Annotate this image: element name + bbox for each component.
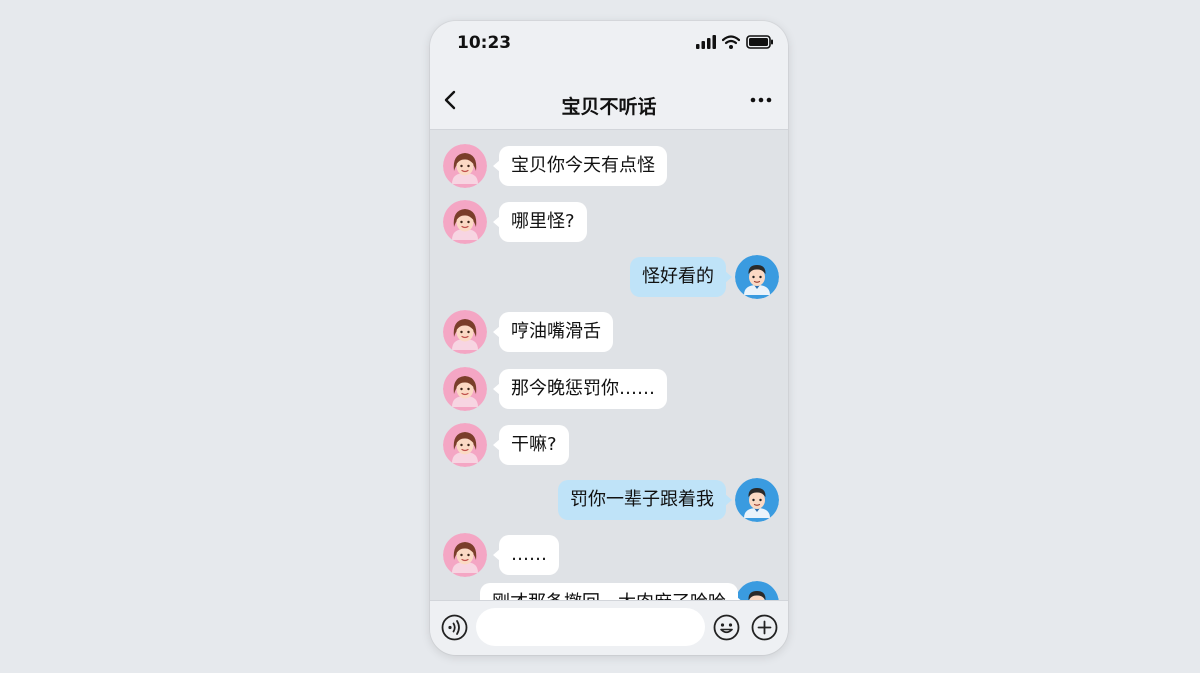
message-incoming: 宝贝你今天有点怪: [430, 144, 788, 192]
girl-avatar-icon[interactable]: [443, 144, 487, 188]
phone-frame: 10:23 宝贝不听话 宝贝你今天有点怪 哪里怪? 怪好看的 哼油嘴滑舌 那今晚…: [430, 21, 788, 655]
plus-icon[interactable]: [751, 614, 778, 641]
chat-title: 宝贝不听话: [561, 96, 657, 118]
chat-header: 宝贝不听话: [430, 65, 788, 130]
message-incoming: ……: [430, 533, 788, 581]
voice-icon[interactable]: [441, 614, 468, 641]
message-incoming: 那今晚惩罚你……: [430, 367, 788, 415]
message-incoming: 干嘛?: [430, 423, 788, 471]
girl-avatar-icon[interactable]: [443, 310, 487, 354]
message-list: 宝贝你今天有点怪 哪里怪? 怪好看的 哼油嘴滑舌 那今晚惩罚你…… 干嘛? 罚你…: [430, 130, 788, 622]
message-input[interactable]: [476, 608, 705, 646]
message-bubble[interactable]: 罚你一辈子跟着我: [558, 480, 732, 520]
message-bubble[interactable]: 怪好看的: [630, 257, 732, 297]
message-bubble[interactable]: 那今晚惩罚你……: [493, 369, 667, 409]
message-bubble[interactable]: 宝贝你今天有点怪: [493, 146, 667, 186]
status-icons: [696, 35, 774, 49]
message-bubble[interactable]: 哼油嘴滑舌: [493, 312, 613, 352]
battery-icon: [746, 35, 773, 49]
wifi-icon: [722, 35, 740, 49]
message-bubble[interactable]: ……: [493, 535, 559, 575]
status-time: 10:23: [457, 33, 512, 53]
status-bar: 10:23: [430, 21, 788, 65]
message-bubble[interactable]: 干嘛?: [493, 425, 569, 465]
girl-avatar-icon[interactable]: [443, 200, 487, 244]
boy-avatar-icon[interactable]: [735, 255, 779, 299]
message-incoming: 哼油嘴滑舌: [430, 310, 788, 358]
girl-avatar-icon[interactable]: [443, 423, 487, 467]
more-dots-icon[interactable]: [748, 90, 774, 110]
input-bar: [430, 600, 788, 655]
signal-icon: [696, 35, 716, 49]
message-bubble[interactable]: 哪里怪?: [493, 202, 587, 242]
message-outgoing: 怪好看的: [430, 255, 788, 303]
boy-avatar-icon[interactable]: [735, 478, 779, 522]
emoji-icon[interactable]: [713, 614, 740, 641]
girl-avatar-icon[interactable]: [443, 367, 487, 411]
message-outgoing: 罚你一辈子跟着我: [430, 478, 788, 526]
message-incoming: 哪里怪?: [430, 200, 788, 248]
girl-avatar-icon[interactable]: [443, 533, 487, 577]
